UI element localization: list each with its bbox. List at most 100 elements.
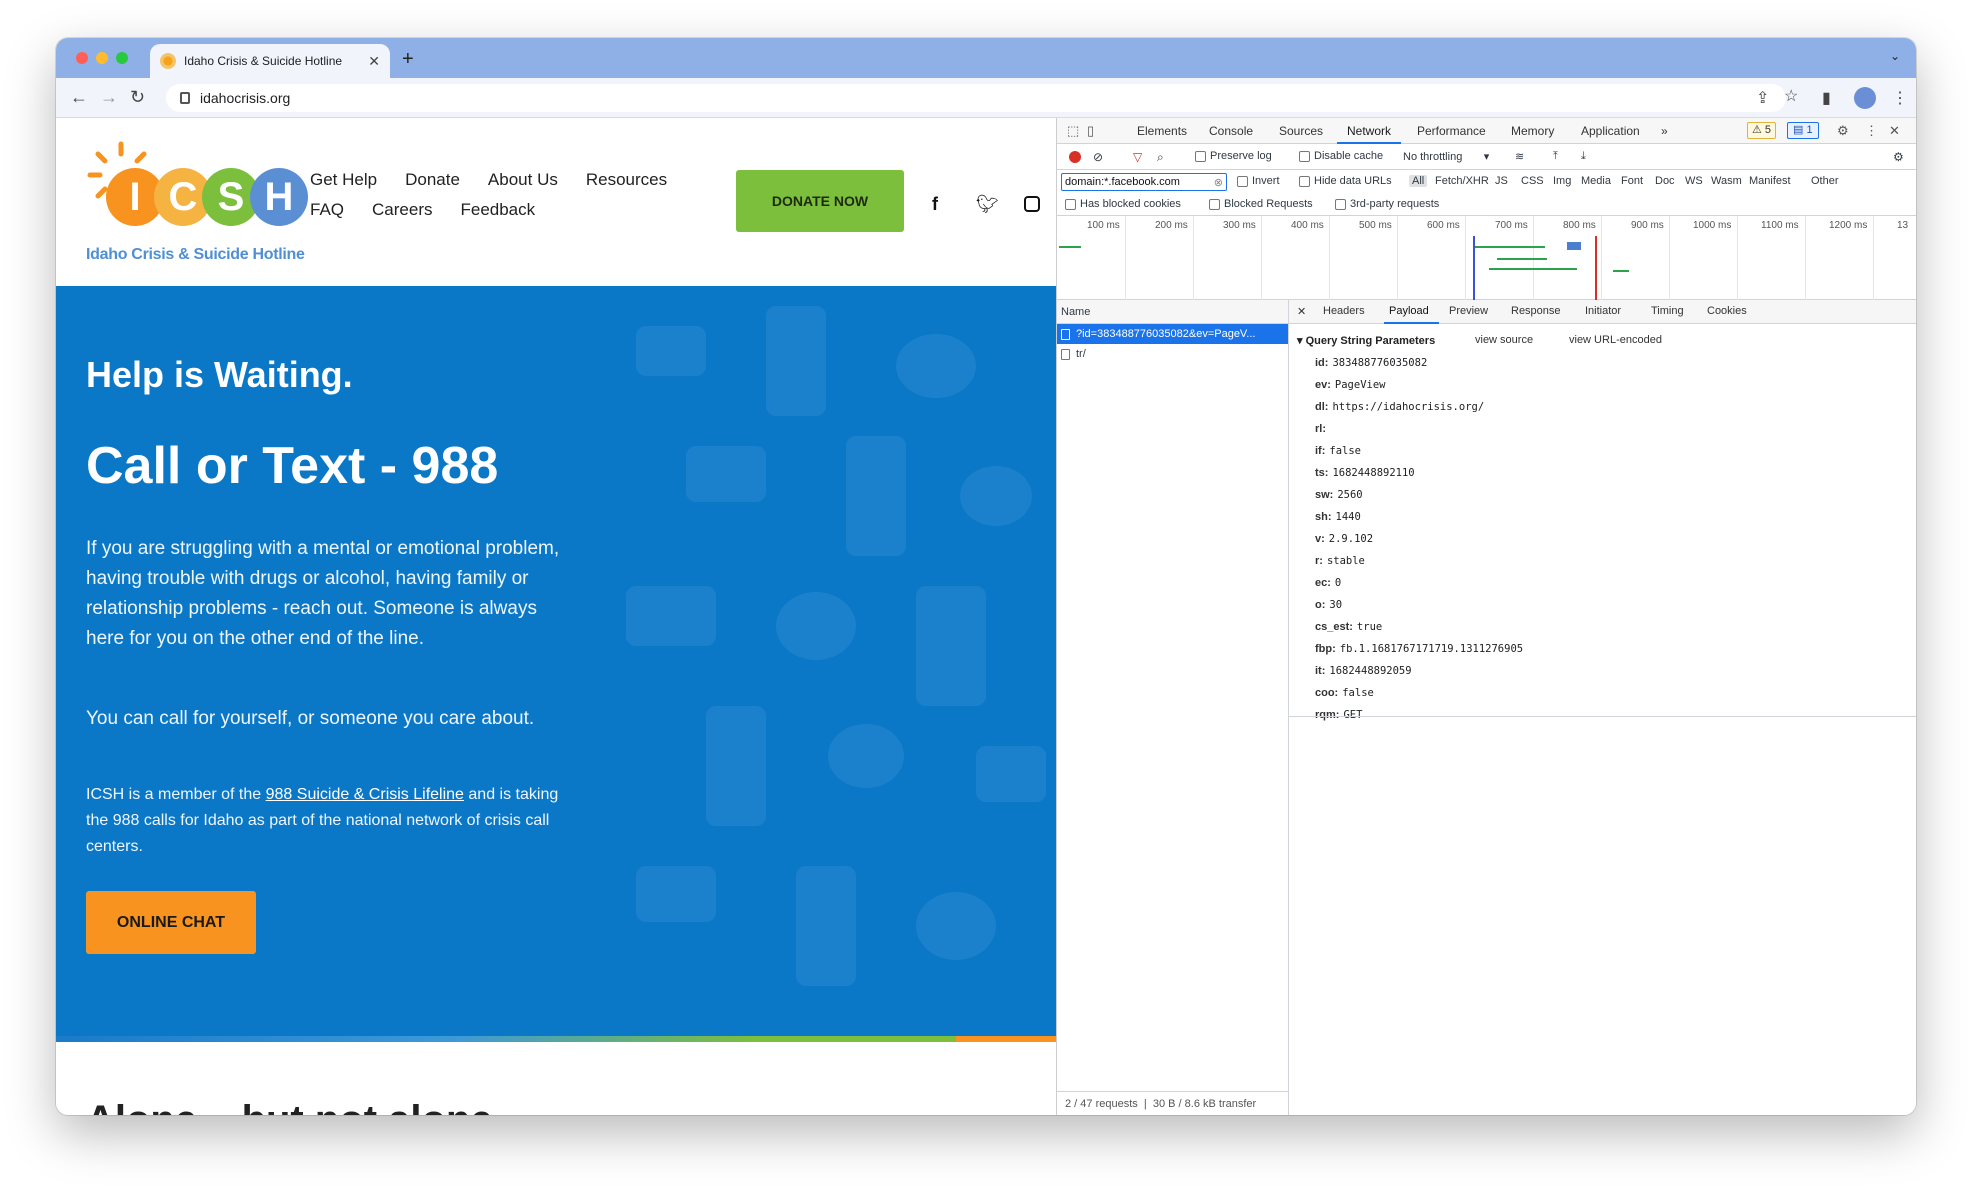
type-filter-other[interactable]: Other <box>1811 175 1839 187</box>
twitter-icon[interactable]: 🐦︎ <box>976 194 999 215</box>
type-filter-fetch[interactable]: Fetch/XHR <box>1435 175 1489 187</box>
browser-tab[interactable]: Idaho Crisis & Suicide Hotline ✕ <box>150 44 390 78</box>
type-filter-media[interactable]: Media <box>1581 175 1611 187</box>
record-icon[interactable] <box>1069 151 1081 163</box>
export-har-icon[interactable]: ⤓ <box>1581 150 1586 163</box>
tab-cookies[interactable]: Cookies <box>1707 305 1747 317</box>
query-string-section-toggle[interactable]: ▾ Query String Parameters <box>1297 334 1435 347</box>
filter-icon[interactable]: ▽ <box>1133 150 1142 164</box>
type-filter-manifest[interactable]: Manifest <box>1749 175 1791 187</box>
tab-memory[interactable]: Memory <box>1511 124 1554 138</box>
nav-get-help[interactable]: Get Help <box>310 170 377 190</box>
query-param: id: 383488776035082 <box>1315 357 1523 379</box>
tab-preview[interactable]: Preview <box>1449 305 1488 317</box>
import-har-icon[interactable]: ⤒ <box>1553 150 1558 163</box>
donate-now-button[interactable]: DONATE NOW <box>736 170 904 232</box>
nav-donate[interactable]: Donate <box>405 170 460 190</box>
online-chat-button[interactable]: ONLINE CHAT <box>86 891 256 954</box>
type-filter-doc[interactable]: Doc <box>1655 175 1675 187</box>
instagram-icon[interactable] <box>1024 196 1040 212</box>
tab-performance[interactable]: Performance <box>1417 124 1486 138</box>
blocked-requests-checkbox[interactable]: Blocked Requests <box>1209 198 1313 210</box>
tab-headers[interactable]: Headers <box>1323 305 1365 317</box>
network-overview-timeline[interactable]: 100 ms 200 ms 300 ms 400 ms 500 ms 600 m… <box>1057 216 1916 300</box>
reload-icon[interactable]: ↻ <box>130 87 145 108</box>
view-source-link[interactable]: view source <box>1475 334 1533 346</box>
back-icon[interactable]: ← <box>70 87 88 108</box>
search-icon[interactable]: ⌕ <box>1157 150 1164 165</box>
nav-resources[interactable]: Resources <box>586 170 667 190</box>
menu-icon[interactable]: ⋮ <box>1892 88 1908 108</box>
request-row[interactable]: tr/ <box>1057 344 1288 364</box>
invert-checkbox[interactable]: Invert <box>1237 175 1280 187</box>
type-filter-all[interactable]: All <box>1409 175 1428 187</box>
close-window-button[interactable] <box>76 52 88 64</box>
clear-icon[interactable]: ⊘ <box>1093 150 1103 164</box>
inspect-element-icon[interactable]: ⬚ <box>1067 123 1079 139</box>
settings-gear-icon[interactable]: ⚙ <box>1837 123 1849 139</box>
disable-cache-checkbox[interactable]: Disable cache <box>1299 150 1383 162</box>
clear-filter-icon[interactable]: ⊗ <box>1214 176 1223 189</box>
preserve-log-checkbox[interactable]: Preserve log <box>1195 150 1272 162</box>
forward-icon[interactable]: → <box>100 87 118 108</box>
hero-text: ICSH is a member of the <box>86 786 266 803</box>
side-panel-icon[interactable]: ▮ <box>1822 88 1831 108</box>
nav-careers[interactable]: Careers <box>372 200 432 220</box>
type-filter-img[interactable]: Img <box>1553 175 1571 187</box>
tab-search-icon[interactable]: ⌄ <box>1890 49 1900 63</box>
tab-console[interactable]: Console <box>1209 124 1253 138</box>
nav-about-us[interactable]: About Us <box>488 170 558 190</box>
filter-bar-secondary: Has blocked cookies Blocked Requests 3rd… <box>1057 194 1916 216</box>
messages-badge[interactable]: ▤ 1 <box>1787 122 1819 139</box>
facebook-icon[interactable]: f <box>932 194 938 215</box>
close-tab-icon[interactable]: ✕ <box>368 53 380 70</box>
more-options-icon[interactable]: ⋮ <box>1865 123 1878 139</box>
network-conditions-icon[interactable]: ≋ <box>1515 150 1524 163</box>
name-column-header[interactable]: Name <box>1057 300 1288 324</box>
close-detail-icon[interactable]: ✕ <box>1297 305 1306 318</box>
type-filter-js[interactable]: JS <box>1495 175 1508 187</box>
tab-sources[interactable]: Sources <box>1279 124 1323 138</box>
type-filter-css[interactable]: CSS <box>1521 175 1544 187</box>
tab-application[interactable]: Application <box>1581 124 1640 138</box>
minimize-window-button[interactable] <box>96 52 108 64</box>
maximize-window-button[interactable] <box>116 52 128 64</box>
more-tabs-icon[interactable]: » <box>1661 124 1668 138</box>
tab-payload[interactable]: Payload <box>1389 305 1429 317</box>
third-party-label: 3rd-party requests <box>1350 198 1440 210</box>
network-settings-icon[interactable]: ⚙ <box>1893 150 1904 164</box>
tab-response[interactable]: Response <box>1511 305 1561 317</box>
device-toolbar-icon[interactable]: ▯ <box>1087 123 1094 139</box>
warnings-badge[interactable]: ⚠ 5 <box>1747 122 1777 139</box>
share-icon[interactable]: ⇪ <box>1756 88 1769 108</box>
type-filter-wasm[interactable]: Wasm <box>1711 175 1742 187</box>
devtools-panel: ⬚ ▯ Elements Console Sources Network Per… <box>1056 118 1916 1115</box>
type-filter-font[interactable]: Font <box>1621 175 1643 187</box>
third-party-checkbox[interactable]: 3rd-party requests <box>1335 198 1439 210</box>
tab-elements[interactable]: Elements <box>1137 124 1187 138</box>
timeline-tick: 900 ms <box>1631 220 1664 231</box>
hide-data-urls-checkbox[interactable]: Hide data URLs <box>1299 175 1392 187</box>
type-filter-ws[interactable]: WS <box>1685 175 1703 187</box>
bookmark-star-icon[interactable]: ☆ <box>1784 86 1798 106</box>
request-row[interactable]: ?id=383488776035082&ev=PageV... <box>1057 324 1288 344</box>
view-url-encoded-link[interactable]: view URL-encoded <box>1569 334 1662 346</box>
nav-feedback[interactable]: Feedback <box>460 200 535 220</box>
throttling-select[interactable]: No throttling ▾ <box>1403 150 1489 163</box>
favicon-icon <box>160 53 176 69</box>
blocked-cookies-checkbox[interactable]: Has blocked cookies <box>1065 198 1181 210</box>
close-devtools-icon[interactable]: ✕ <box>1889 123 1900 139</box>
nav-faq[interactable]: FAQ <box>310 200 344 220</box>
tab-timing[interactable]: Timing <box>1651 305 1684 317</box>
timeline-bar <box>1613 270 1629 272</box>
new-tab-button[interactable]: + <box>402 48 414 71</box>
timeline-tick: 700 ms <box>1495 220 1528 231</box>
tab-initiator[interactable]: Initiator <box>1585 305 1621 317</box>
lifeline-link[interactable]: 988 Suicide & Crisis Lifeline <box>266 786 464 803</box>
query-param: sw: 2560 <box>1315 489 1523 511</box>
tab-network[interactable]: Network <box>1347 124 1391 138</box>
preserve-log-label: Preserve log <box>1210 150 1272 162</box>
address-bar[interactable]: idahocrisis.org <box>166 84 1786 112</box>
profile-avatar[interactable] <box>1854 87 1876 109</box>
filter-input[interactable]: domain:*.facebook.com ⊗ <box>1061 173 1227 191</box>
